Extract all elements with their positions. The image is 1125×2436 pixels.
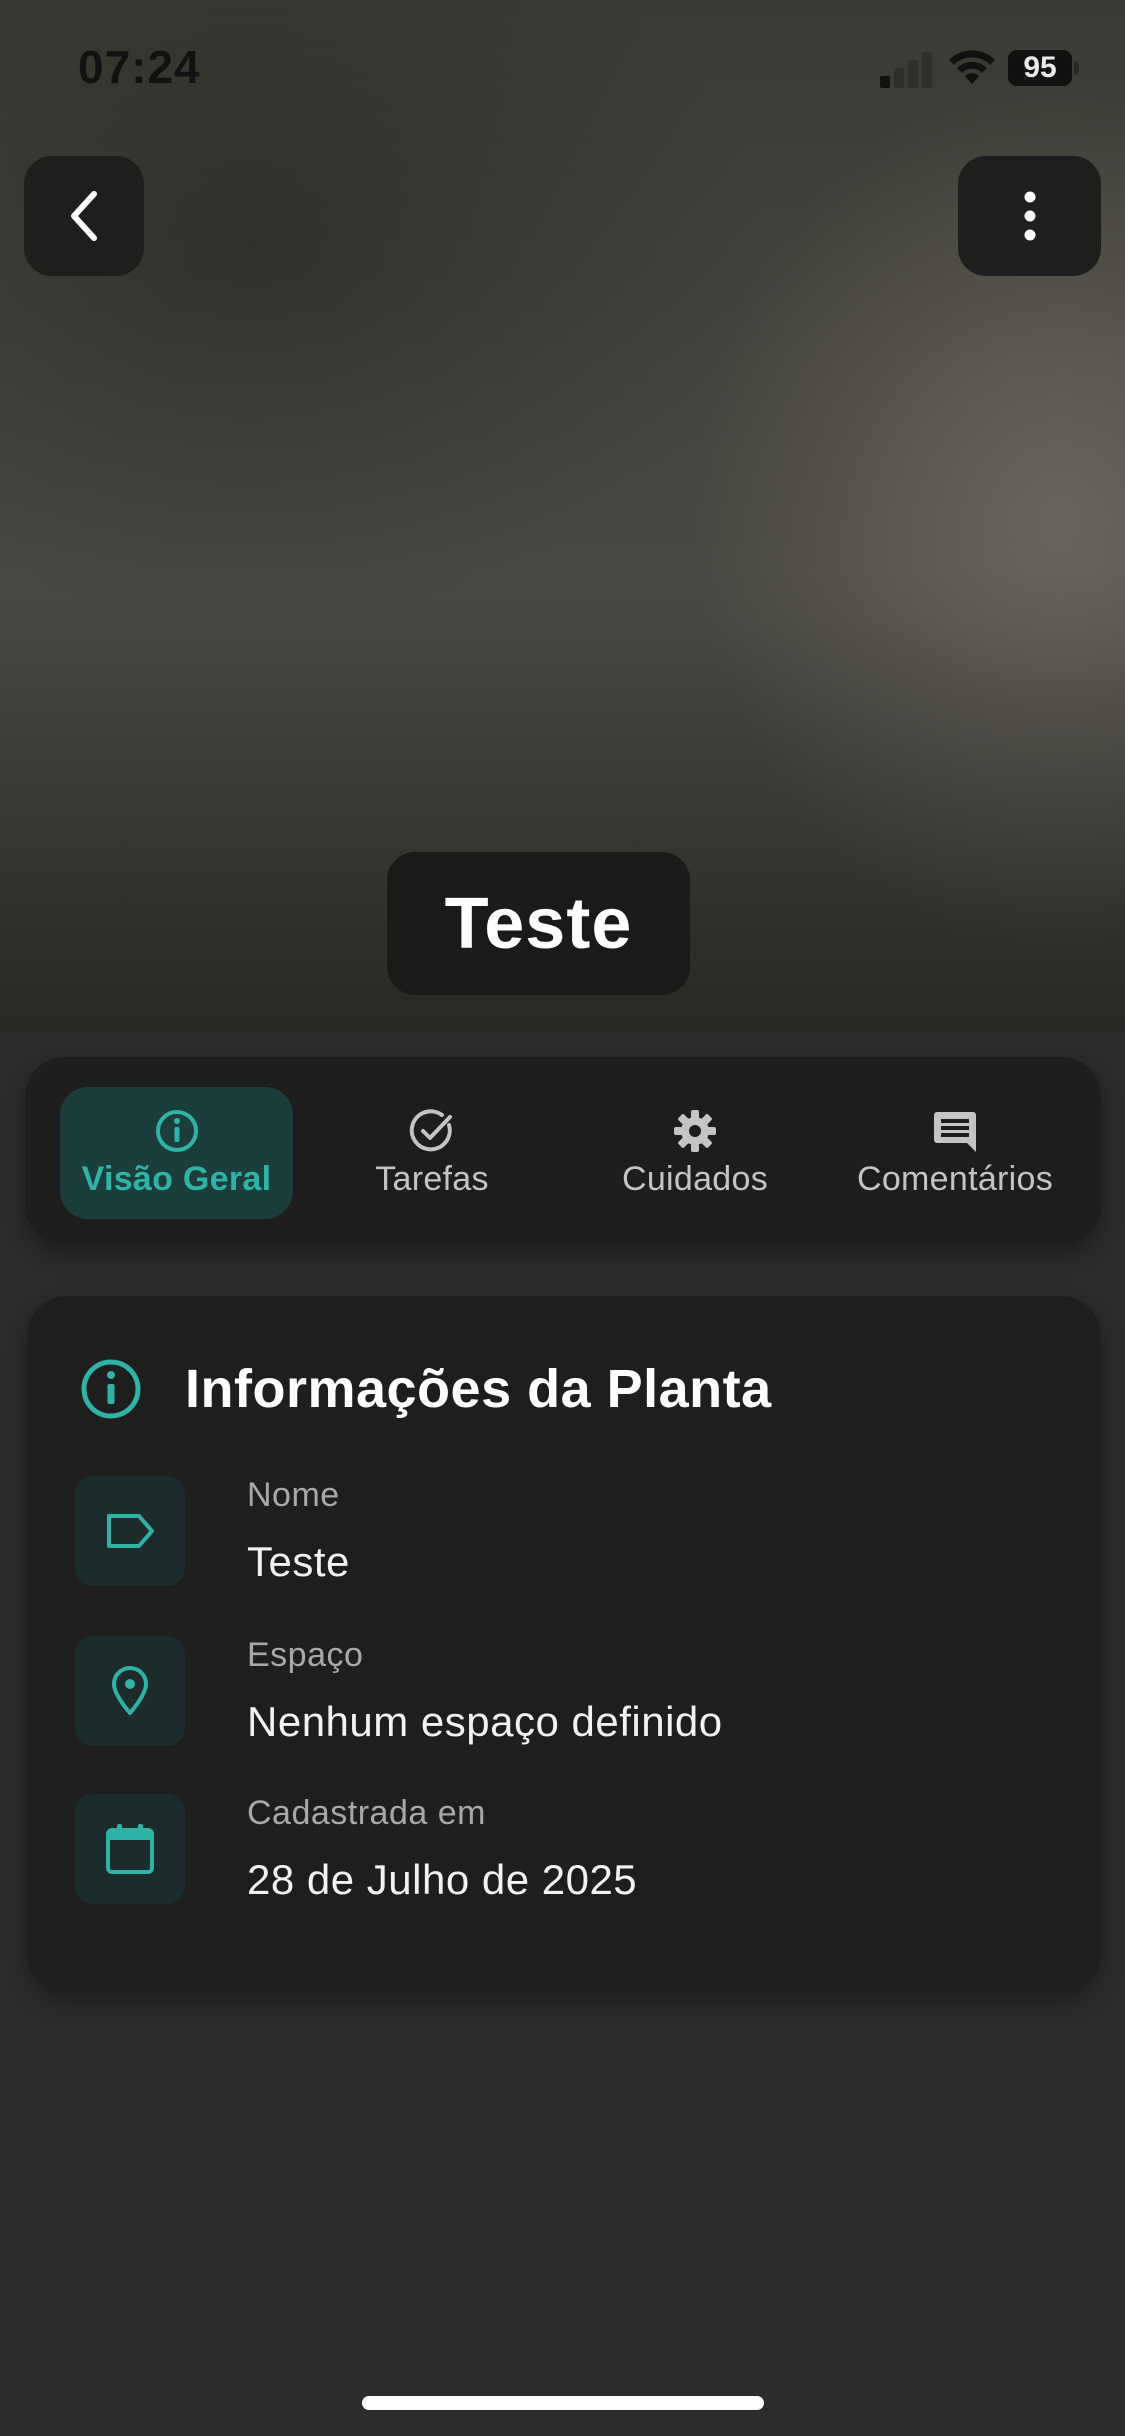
plant-detail-screen: 07:24 95 Teste Visão Geral Tarefas Cuida… [0, 0, 1125, 2436]
info-value: 28 de Julho de 2025 [247, 1856, 638, 1903]
info-label: Espaço [247, 1636, 364, 1674]
tab-cuidados[interactable]: Cuidados [575, 1087, 815, 1219]
cellular-signal-icon [880, 50, 936, 88]
home-indicator[interactable] [362, 2396, 764, 2410]
plant-name-badge: Teste [387, 852, 690, 995]
chevron-left-icon [71, 191, 97, 241]
tab-label: Cuidados [621, 1159, 769, 1198]
card-title: Informações da Planta [185, 1359, 772, 1419]
tab-label: Tarefas [375, 1159, 489, 1198]
plant-name: Teste [444, 883, 633, 964]
gear-icon [674, 1109, 716, 1152]
info-value: Teste [247, 1538, 350, 1585]
info-row-espaco: Espaço Nenhum espaço definido [75, 1636, 1055, 1748]
comment-icon [934, 1111, 976, 1152]
info-row-nome: Nome Teste [75, 1476, 1055, 1588]
tab-label: Visão Geral [81, 1159, 272, 1198]
wifi-icon [949, 50, 995, 84]
tab-label: Comentários [856, 1159, 1054, 1198]
info-value: Nenhum espaço definido [247, 1698, 723, 1745]
tag-icon [107, 1514, 154, 1548]
info-icon-box [75, 1794, 185, 1904]
info-icon-box [75, 1636, 185, 1746]
tab-bar: Visão Geral Tarefas Cuidados Comentários [25, 1057, 1101, 1245]
battery-tip [1074, 61, 1079, 75]
check-circle-icon [409, 1108, 452, 1151]
card-header: Informações da Planta [79, 1354, 772, 1424]
calendar-icon [106, 1824, 154, 1874]
info-circle-icon [81, 1359, 141, 1419]
info-row-cadastrada: Cadastrada em 28 de Julho de 2025 [75, 1794, 1055, 1906]
info-label: Cadastrada em [247, 1794, 486, 1832]
location-pin-icon [112, 1666, 148, 1715]
back-button[interactable] [24, 156, 144, 276]
info-icon-box [75, 1476, 185, 1586]
battery-indicator: 95 [1008, 50, 1072, 86]
info-label: Nome [247, 1476, 340, 1514]
more-options-button[interactable] [958, 156, 1101, 276]
plant-info-card: Informações da Planta Nome Teste Espaço … [27, 1296, 1101, 1994]
tab-visao-geral[interactable]: Visão Geral [60, 1087, 293, 1219]
tab-comentarios[interactable]: Comentários [825, 1087, 1085, 1219]
info-circle-icon [155, 1109, 198, 1152]
tab-tarefas[interactable]: Tarefas [322, 1087, 542, 1219]
status-time: 07:24 [78, 41, 201, 93]
status-bar: 07:24 95 [0, 0, 1125, 140]
more-vertical-icon [1024, 191, 1035, 241]
